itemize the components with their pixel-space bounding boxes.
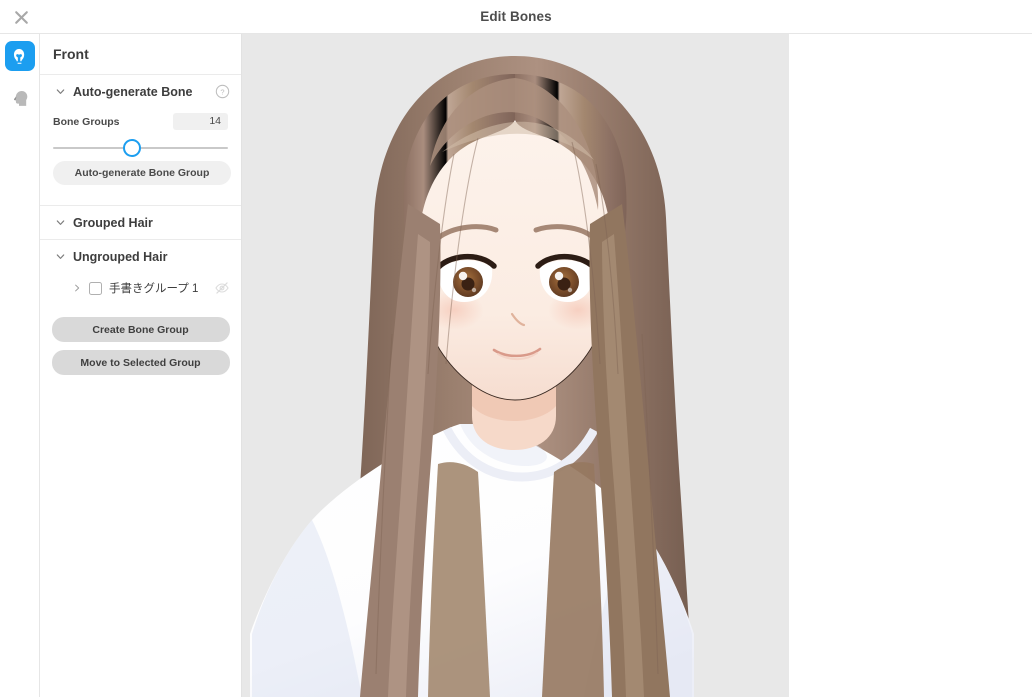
bone-groups-row: Bone Groups 14 [53, 112, 228, 131]
list-item[interactable]: 手書きグループ 1 [40, 273, 241, 303]
section-header-grouped-hair[interactable]: Grouped Hair [40, 206, 241, 239]
chevron-down-icon [53, 216, 67, 230]
section-label: Auto-generate Bone [73, 85, 215, 99]
chevron-right-icon[interactable] [70, 282, 83, 295]
bone-groups-slider-block: Bone Groups 14 Auto-generate Bone Group [40, 108, 241, 205]
view-mode-rail [0, 34, 40, 697]
eye-off-icon[interactable] [214, 280, 230, 296]
move-to-selected-group-button[interactable]: Move to Selected Group [52, 350, 230, 375]
bone-groups-label: Bone Groups [53, 116, 173, 128]
chevron-down-icon [53, 85, 67, 99]
head-front-icon [10, 47, 29, 66]
bone-group-actions: Create Bone Group Move to Selected Group [40, 303, 241, 375]
list-item-checkbox[interactable] [89, 282, 102, 295]
chevron-down-icon [53, 250, 67, 264]
head-side-icon [10, 89, 29, 108]
window-title: Edit Bones [0, 0, 1032, 34]
section-header-auto-generate-bone[interactable]: Auto-generate Bone ? [40, 75, 241, 108]
character-model [242, 34, 789, 697]
create-bone-group-button[interactable]: Create Bone Group [52, 317, 230, 342]
panel-title: Front [40, 34, 241, 74]
model-viewport[interactable] [242, 34, 789, 697]
section-label: Grouped Hair [73, 216, 230, 230]
auto-generate-bone-group-button[interactable]: Auto-generate Bone Group [53, 161, 231, 185]
rail-item-side-view[interactable] [5, 83, 35, 113]
slider-knob[interactable] [123, 139, 141, 157]
bone-groups-slider[interactable] [53, 135, 228, 161]
bone-groups-value-input[interactable]: 14 [173, 113, 228, 130]
section-header-ungrouped-hair[interactable]: Ungrouped Hair [40, 240, 241, 273]
bone-editor-panel: Front Auto-generate Bone ? Bone Groups 1… [40, 34, 242, 697]
section-label: Ungrouped Hair [73, 250, 230, 264]
svg-text:?: ? [220, 88, 224, 97]
rail-item-front-view[interactable] [5, 41, 35, 71]
list-item-label: 手書きグループ 1 [109, 280, 214, 296]
help-circle-icon[interactable]: ? [215, 84, 230, 99]
empty-right-area [789, 34, 1032, 697]
title-bar: Edit Bones [0, 0, 1032, 34]
